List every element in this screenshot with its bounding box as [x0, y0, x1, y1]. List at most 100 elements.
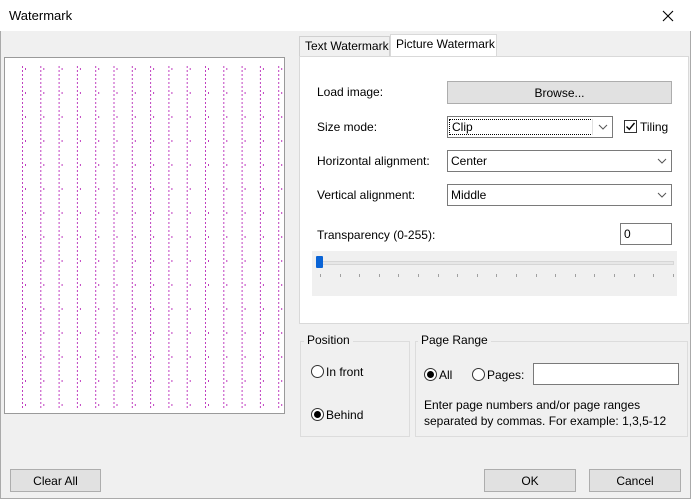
watermark-tile-dot: [259, 198, 261, 200]
all-pages-label: All: [439, 368, 453, 382]
watermark-tile-dot: [22, 334, 23, 336]
horizontal-alignment-select[interactable]: Center: [447, 150, 672, 172]
watermark-tile-dot: [76, 238, 78, 240]
watermark-tile-dot: [40, 266, 42, 268]
watermark-tile-dot: [22, 170, 23, 172]
watermark-tile-dot: [168, 98, 170, 100]
watermark-tile-dot: [223, 74, 225, 76]
watermark-tile-dot: [150, 146, 152, 148]
size-mode-select[interactable]: Clip: [447, 116, 613, 138]
behind-radio[interactable]: [311, 408, 324, 421]
clear-all-button[interactable]: Clear All: [10, 469, 101, 492]
watermark-tile-dot: [150, 394, 152, 396]
watermark-tile-dot: [168, 186, 170, 188]
watermark-tile-dot: [259, 94, 261, 96]
watermark-tile-dot: [186, 66, 188, 68]
watermark-tile-dot: [168, 354, 170, 356]
watermark-tile-dot: [40, 282, 42, 284]
browse-button[interactable]: Browse...: [447, 81, 672, 104]
watermark-tile-dot: [40, 246, 42, 248]
watermark-tile-dot: [58, 74, 60, 76]
watermark-tile-dot: [131, 390, 133, 392]
watermark-tile-dot: [113, 370, 115, 372]
watermark-tile-dot: [205, 118, 206, 120]
watermark-tile-dot: [259, 354, 261, 356]
watermark-tile-dot: [241, 370, 243, 372]
watermark-tile-dot: [150, 362, 152, 364]
watermark-tile-dot: [40, 302, 42, 304]
watermark-tile-dot: [153, 284, 155, 286]
watermark-tile-dot: [40, 406, 42, 408]
watermark-tile-dot: [241, 382, 243, 384]
watermark-tile-dot: [95, 314, 97, 316]
watermark-tile-dot: [150, 266, 152, 268]
watermark-tile-dot: [43, 308, 45, 310]
watermark-tile-dot: [205, 194, 206, 196]
watermark-tile-dot: [153, 92, 155, 94]
pages-input[interactable]: [533, 363, 679, 385]
watermark-tile-dot: [113, 154, 115, 156]
watermark-tile-dot: [205, 254, 206, 256]
watermark-tile-dot: [131, 70, 133, 72]
watermark-tile-dot: [223, 274, 225, 276]
cancel-button[interactable]: Cancel: [589, 469, 681, 492]
watermark-tile-dot: [241, 206, 243, 208]
watermark-tile-dot: [262, 308, 264, 310]
watermark-tile-dot: [43, 236, 45, 238]
watermark-tile-dot: [278, 322, 280, 324]
watermark-tile-dot: [95, 194, 97, 196]
all-pages-radio[interactable]: [424, 368, 437, 381]
watermark-tile-dot: [76, 70, 78, 72]
watermark-tile-dot: [241, 234, 243, 236]
watermark-tile-dot: [40, 318, 42, 320]
watermark-tile-dot: [40, 82, 42, 84]
slider-thumb[interactable]: [316, 256, 323, 268]
transparency-slider[interactable]: [312, 251, 677, 296]
watermark-tile-dot: [241, 342, 243, 344]
close-button[interactable]: [645, 0, 691, 31]
watermark-tile-dot: [131, 282, 133, 284]
slider-tick: [614, 274, 615, 277]
watermark-tile-dot: [278, 182, 280, 184]
watermark-tile-dot: [40, 258, 42, 260]
vertical-alignment-select[interactable]: Middle: [447, 184, 672, 206]
watermark-tile-dot: [98, 236, 100, 238]
watermark-tile-dot: [95, 238, 97, 240]
slider-tick: [496, 274, 498, 277]
watermark-tile-dot: [58, 98, 60, 100]
ok-button[interactable]: OK: [484, 469, 576, 492]
watermark-tile-dot: [40, 402, 42, 404]
watermark-tile-dot: [76, 266, 78, 268]
watermark-tile-dot: [278, 86, 280, 88]
tab-text-watermark[interactable]: Text Watermark: [299, 36, 390, 56]
watermark-tile-dot: [226, 332, 228, 334]
transparency-input[interactable]: 0: [620, 223, 672, 245]
slider-tick: [476, 274, 478, 277]
watermark-tile-dot: [113, 146, 115, 148]
in-front-radio[interactable]: [311, 365, 324, 378]
watermark-tile-dot: [61, 212, 63, 214]
watermark-tile-dot: [95, 234, 97, 236]
watermark-tile-dot: [76, 66, 78, 68]
watermark-tile-dot: [186, 138, 188, 140]
pages-radio[interactable]: [472, 368, 485, 381]
watermark-tile-dot: [278, 310, 280, 312]
tab-picture-watermark[interactable]: Picture Watermark: [390, 34, 497, 57]
watermark-tile-dot: [113, 226, 115, 228]
watermark-tile-dot: [76, 258, 78, 260]
watermark-tile-dot: [186, 370, 188, 372]
watermark-tile-dot: [241, 146, 243, 148]
watermark-tile-dot: [95, 110, 97, 112]
watermark-tile-dot: [113, 162, 115, 164]
watermark-tile-dot: [150, 78, 152, 80]
watermark-tile-dot: [153, 188, 155, 190]
watermark-tile-dot: [223, 154, 225, 156]
tiling-checkbox[interactable]: [624, 120, 637, 133]
watermark-tile-dot: [58, 266, 60, 268]
watermark-tile-dot: [168, 198, 170, 200]
watermark-tile-dot: [43, 92, 45, 94]
watermark-tile-dot: [168, 126, 170, 128]
watermark-tile-dot: [278, 90, 280, 92]
watermark-tile-dot: [186, 106, 188, 108]
watermark-tile-dot: [22, 158, 23, 160]
